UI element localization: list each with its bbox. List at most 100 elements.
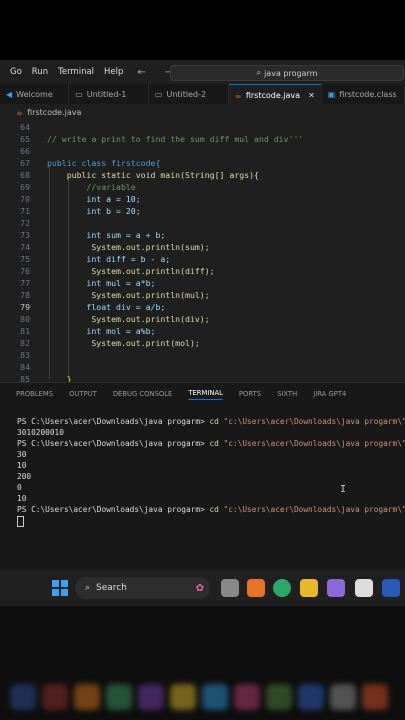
code-line: // write a print to find the sum diff mu… [47, 134, 304, 144]
line-number: 67 [20, 158, 30, 168]
line-number: 70 [20, 194, 30, 204]
terminal-command: cd [209, 505, 219, 514]
terminal-output: 3010200010 [17, 428, 64, 437]
breadcrumb: ☕ firstcode.java [0, 104, 405, 120]
line-number: 80 [20, 314, 30, 324]
tab-ports[interactable]: PORTS [239, 390, 261, 398]
java-icon: ☕ [16, 107, 24, 117]
line-number: 75 [20, 254, 30, 264]
tab-welcome[interactable]: ◀ Welcome [0, 84, 70, 104]
code-line: int b = 20; [47, 206, 141, 216]
tab-firstcode-class[interactable]: ▣ firstcode.class [322, 84, 405, 104]
tab-debug-console[interactable]: DEBUG CONSOLE [113, 390, 173, 398]
code-line: int diff = b - a; [47, 254, 171, 264]
code-editor[interactable]: 64 65 // write a print to find the sum di… [0, 120, 405, 384]
terminal-prompt: PS C:\Users\acer\Downloads\java progarm> [17, 439, 210, 448]
file-icon: ▭ [154, 89, 163, 99]
terminal-arg: "c:\Users\acer\Downloads\java progarm\" … [218, 439, 405, 448]
menu-terminal[interactable]: Terminal [58, 67, 94, 77]
tab-untitled-1[interactable]: ▭ Untitled-1 [69, 84, 149, 104]
blurred-icon [298, 684, 324, 710]
taskbar-search[interactable]: ⌕ Search ✿ [75, 577, 210, 599]
blurred-icon [42, 684, 68, 710]
menu-run[interactable]: Run [32, 67, 48, 77]
blurred-background [0, 606, 405, 720]
terminal-command-line: PS C:\Users\acer\Downloads\java progarm>… [17, 416, 405, 427]
blurred-icon [266, 684, 292, 710]
line-number: 79 [20, 302, 30, 312]
code-line: System.out.println(mul); [47, 290, 210, 300]
mouse-ibeam-icon: I [340, 484, 347, 495]
blurred-icon [10, 684, 36, 710]
file-icon: ▭ [75, 89, 83, 99]
menu-help[interactable]: Help [104, 67, 123, 77]
terminal-output: 200 [17, 472, 32, 481]
line-number: 71 [20, 206, 30, 216]
file-explorer-icon[interactable] [300, 579, 318, 597]
blurred-icon [170, 684, 196, 710]
line-number: 77 [20, 278, 30, 288]
edge-icon[interactable] [273, 579, 291, 597]
vscode-icon: ◀ [6, 89, 13, 99]
line-number: 66 [20, 146, 30, 156]
code-line: public class firstcode{ [47, 158, 161, 168]
word-icon[interactable] [382, 579, 400, 597]
blurred-icon [202, 684, 228, 710]
blurred-icon [330, 684, 356, 710]
tab-label: firstcode.java [245, 90, 301, 100]
code-line: int a = 10; [47, 194, 141, 204]
widgets-icon: ✿ [195, 582, 204, 594]
terminal-output: 0 [17, 483, 22, 492]
search-icon: ⌕ [85, 583, 91, 593]
app-icon[interactable] [247, 579, 265, 597]
tab-label: Untitled-2 [166, 89, 207, 99]
line-number: 69 [20, 182, 30, 192]
tab-sixth[interactable]: SIXTH [277, 390, 297, 398]
taskbar: ⌕ Search ✿ [0, 570, 405, 606]
terminal-arg: "c:\Users\acer\Downloads\java progarm\" … [218, 505, 405, 514]
breadcrumb-file[interactable]: firstcode.java [27, 108, 81, 117]
tab-untitled-2[interactable]: ▭ Untitled-2 [149, 84, 229, 104]
terminal-output: 10 [17, 494, 27, 503]
terminal-output: 30 [17, 450, 27, 459]
terminal[interactable]: PS C:\Users\acer\Downloads\java progarm>… [0, 404, 405, 570]
terminal-prompt: PS C:\Users\acer\Downloads\java progarm> [17, 505, 210, 514]
close-icon[interactable]: ✕ [308, 91, 315, 100]
class-file-icon: ▣ [327, 89, 336, 99]
tab-label: firstcode.class [339, 89, 397, 99]
menu-go[interactable]: Go [10, 67, 22, 77]
search-icon: ⌕ [256, 68, 262, 77]
store-icon[interactable] [355, 579, 373, 597]
line-number: 72 [20, 218, 30, 228]
line-number: 74 [20, 242, 30, 252]
blurred-icon [106, 684, 132, 710]
code-line: //variable [47, 182, 136, 192]
line-number: 81 [20, 326, 30, 336]
code-line: public static void main(String[] args){ [47, 170, 259, 180]
command-center-search[interactable]: ⌕ java progarm [170, 65, 404, 81]
line-number: 76 [20, 266, 30, 276]
blurred-icon [362, 684, 388, 710]
code-line: float div = a/b; [47, 302, 166, 312]
tab-jira-gpt4[interactable]: JIRA GPT4 [313, 390, 346, 398]
tab-problems[interactable]: PROBLEMS [16, 390, 53, 398]
code-line: int sum = a + b; [47, 230, 166, 240]
tab-firstcode-java[interactable]: ☕ firstcode.java ✕ [228, 84, 322, 105]
line-number: 84 [20, 362, 30, 372]
terminal-command: cd [209, 439, 219, 448]
windows-start-icon[interactable] [52, 580, 68, 596]
panel-tabs: PROBLEMS OUTPUT DEBUG CONSOLE TERMINAL P… [0, 382, 405, 405]
blurred-icon [74, 684, 100, 710]
tab-output[interactable]: OUTPUT [69, 390, 97, 398]
terminal-output: 10 [17, 461, 27, 470]
terminal-command-line: PS C:\Users\acer\Downloads\java progarm>… [17, 438, 405, 449]
terminal-cursor [17, 516, 24, 527]
line-number: 65 [20, 134, 30, 144]
line-number: 64 [20, 122, 30, 132]
copilot-icon[interactable] [327, 579, 345, 597]
tab-label: Welcome [16, 89, 53, 99]
task-view-icon[interactable] [221, 579, 239, 597]
line-number: 83 [20, 350, 30, 360]
line-number: 82 [20, 338, 30, 348]
tab-terminal[interactable]: TERMINAL [188, 389, 223, 400]
